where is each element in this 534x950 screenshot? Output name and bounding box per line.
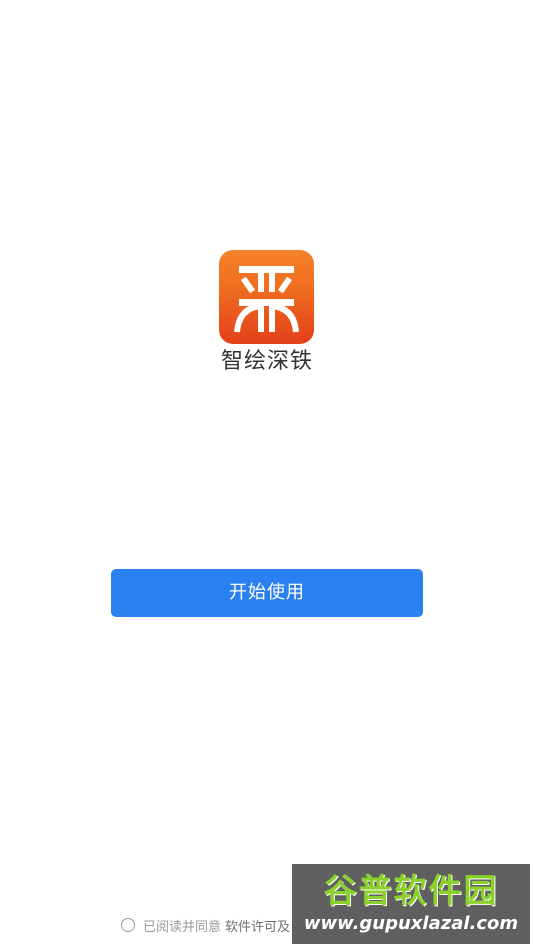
app-name: 智绘深铁 [220, 349, 313, 374]
watermark: 谷普软件园 www.gupuxlazal.com [292, 864, 530, 944]
watermark-url: www.gupuxlazal.com [303, 913, 519, 934]
app-logo-icon [219, 250, 314, 344]
agreement-text: 已阅读并同意 [143, 919, 222, 935]
license-link[interactable]: 软件许可及 [225, 916, 290, 935]
agreement-checkbox[interactable] [121, 918, 135, 932]
shenzhen-metro-logo-icon [234, 266, 299, 333]
agreement-row: 已阅读并同意 软件许可及 [121, 915, 290, 935]
start-button[interactable]: 开始使用 [111, 569, 423, 617]
watermark-title: 谷普软件园 [323, 871, 499, 910]
